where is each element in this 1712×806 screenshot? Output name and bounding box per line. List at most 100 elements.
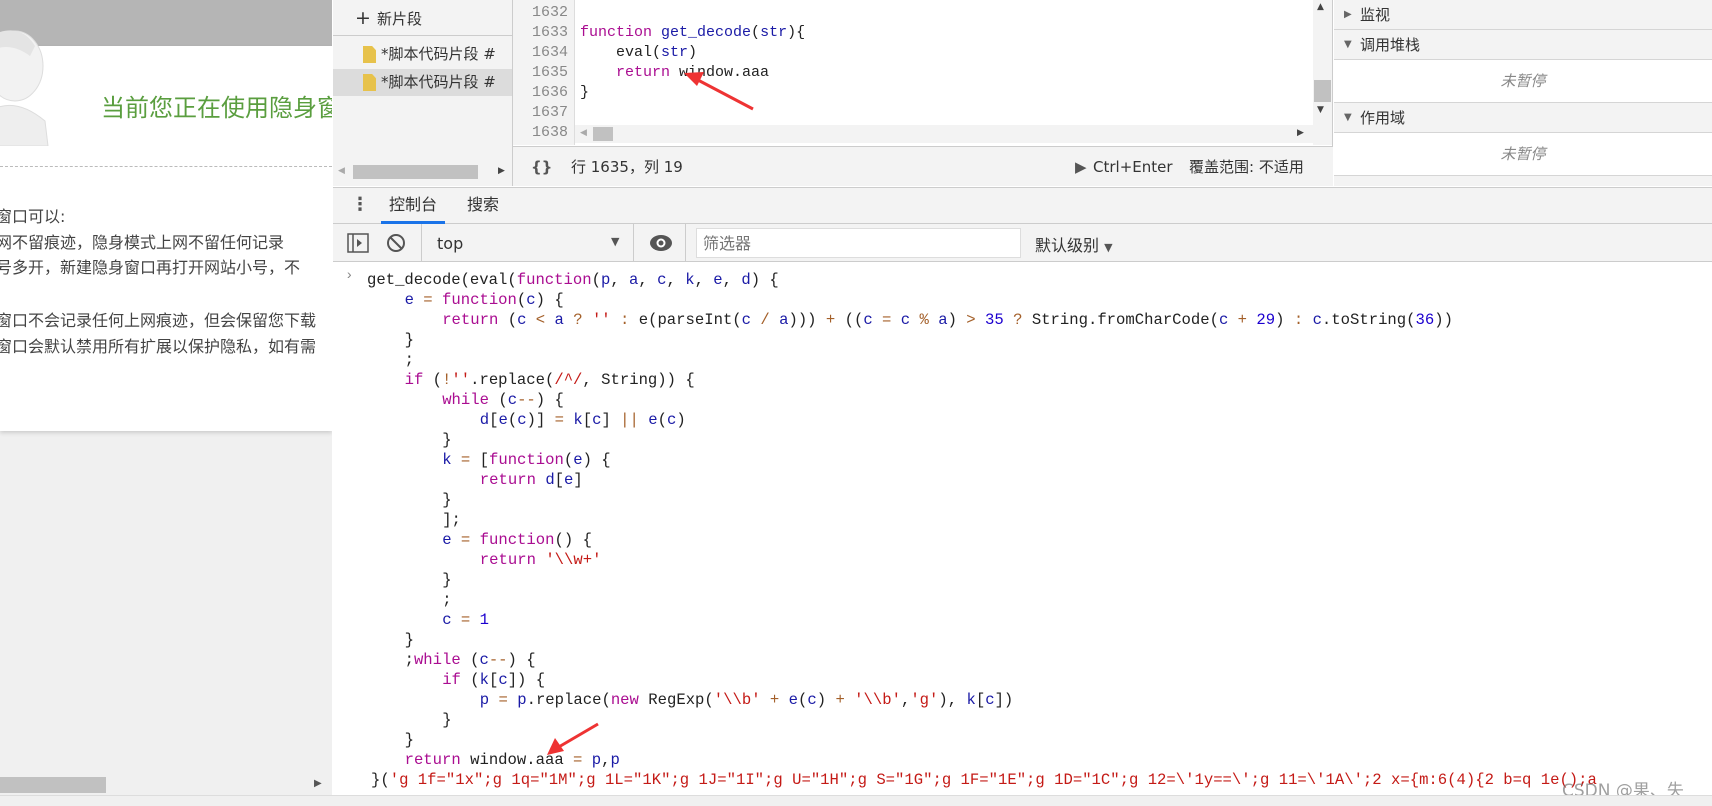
console-output[interactable]: › get_decode(eval(function(p, a, c, k, e…: [333, 262, 1712, 795]
console-code-line: get_decode(eval(function(p, a, c, k, e, …: [367, 270, 779, 290]
code-token: [: [975, 691, 986, 709]
operator-token: =: [413, 291, 443, 309]
string-token: '': [591, 311, 611, 329]
snippets-horizontal-scrollbar[interactable]: ◀ ▶: [333, 164, 512, 180]
code-editor[interactable]: 1632 1633 function get_decode(str){1634 ev…: [513, 0, 1333, 186]
variable-token: c: [900, 311, 911, 329]
tab-search[interactable]: 搜索: [459, 188, 507, 224]
code-token: }: [404, 731, 414, 749]
code-token: ,: [900, 691, 911, 709]
live-expression-eye-icon[interactable]: [649, 233, 673, 253]
expand-triangle-icon: ▶: [1344, 9, 1352, 20]
number-token: 29: [1256, 311, 1276, 329]
new-snippet-button[interactable]: + 新片段: [333, 0, 512, 36]
scroll-right-arrow-icon[interactable]: ▶: [498, 166, 505, 176]
clear-console-icon[interactable]: [386, 233, 406, 253]
operator-token: :: [610, 311, 639, 329]
log-level-dropdown[interactable]: 默认级别 ▼: [1035, 232, 1113, 256]
variable-token: c: [526, 291, 536, 309]
code-token: ) {: [507, 651, 536, 669]
keyword-token: function: [580, 24, 653, 41]
code-token: ,: [694, 271, 714, 289]
console-code-line: ;: [442, 590, 451, 610]
code-token: [: [479, 451, 489, 469]
page-horizontal-scrollbar[interactable]: ▶: [0, 777, 332, 793]
editor-horizontal-scrollbar[interactable]: ◀ ▶: [575, 125, 1313, 143]
editor-lines[interactable]: 1632 1633 function get_decode(str){1634 ev…: [513, 3, 1313, 141]
editor-vertical-scrollbar[interactable]: ▲ ▼: [1313, 0, 1332, 145]
scroll-down-arrow-icon[interactable]: ▼: [1317, 105, 1324, 115]
editor-status-bar: {} 行 1635，列 19 ▶ Ctrl+Enter 覆盖范围: 不适用: [513, 146, 1333, 186]
code-token: (: [507, 411, 518, 429]
scrollbar-thumb[interactable]: [593, 127, 613, 141]
scroll-left-arrow-icon[interactable]: ◀: [338, 166, 345, 176]
variable-token: a: [554, 311, 564, 329]
line-number: 1638: [531, 124, 568, 141]
code-token: ]) {: [507, 671, 546, 689]
bottom-strip: [0, 795, 1712, 806]
operator-token: =: [451, 451, 480, 469]
console-code-line: p = p.replace(new RegExp('\\b' + e(c) + …: [480, 690, 1013, 710]
page-text-line: 窗口不会记录任何上网痕迹，但会保留您下载: [0, 311, 317, 330]
snippet-file-icon: [363, 74, 376, 91]
show-sidebar-icon[interactable]: [347, 233, 369, 253]
context-selector[interactable]: top ▼: [425, 228, 625, 258]
console-code-line: while (c--) {: [442, 390, 564, 410]
console-code-line: }: [442, 710, 451, 730]
collapse-triangle-icon: ▼: [1344, 39, 1352, 50]
scrollbar-thumb[interactable]: [353, 165, 478, 179]
scroll-up-arrow-icon[interactable]: ▲: [1317, 2, 1324, 12]
console-code-line: return (c < a ? '' : e(parseInt(c / a)))…: [442, 310, 1453, 330]
keyword-token: function: [479, 531, 555, 549]
code-token: ,: [638, 271, 658, 289]
operator-token: +: [1228, 311, 1257, 329]
section-watch[interactable]: ▶ 监视: [1334, 0, 1712, 30]
section-scope[interactable]: ▼ 作用域: [1334, 103, 1712, 133]
tab-console[interactable]: 控制台: [381, 188, 446, 224]
scroll-left-arrow-icon[interactable]: ◀: [580, 128, 587, 138]
code-token: ((: [844, 311, 864, 329]
snippet-item[interactable]: *脚本代码片段 #: [333, 41, 512, 68]
console-filter-input[interactable]: [696, 228, 1021, 258]
code-token: ,: [666, 271, 686, 289]
code-line[interactable]: function get_decode(str){: [580, 23, 805, 43]
code-token: ) {: [750, 271, 779, 289]
page-text-line: 窗口可以:: [0, 207, 66, 226]
scroll-right-arrow-icon[interactable]: ▶: [1297, 128, 1304, 138]
scrollbar-thumb[interactable]: [0, 777, 106, 793]
code-line[interactable]: eval(str): [580, 43, 697, 63]
scroll-right-arrow-icon[interactable]: ▶: [314, 778, 322, 789]
pretty-print-icon[interactable]: {}: [531, 147, 552, 187]
code-token: (: [751, 24, 761, 41]
line-number: 1636: [531, 84, 568, 101]
variable-token: str: [661, 44, 689, 61]
console-code-line: }: [442, 570, 451, 590]
snippet-item-selected[interactable]: *脚本代码片段 #: [333, 69, 512, 96]
snippets-panel: + 新片段 *脚本代码片段 # *脚本代码片段 # ◀ ▶: [333, 0, 513, 186]
code-line[interactable]: return window.aaa: [580, 63, 769, 83]
code-line[interactable]: }: [580, 83, 589, 103]
more-options-icon[interactable]: ⋮: [351, 194, 369, 215]
snippet-label: *脚本代码片段 #: [381, 45, 496, 63]
run-shortcut-label[interactable]: Ctrl+Enter: [1093, 147, 1173, 187]
number-token: 1: [479, 611, 489, 629]
scrollbar-thumb[interactable]: [1314, 80, 1331, 102]
variable-token: e: [573, 451, 583, 469]
section-call-stack[interactable]: ▼ 调用堆栈: [1334, 30, 1712, 60]
run-snippet-icon[interactable]: ▶: [1075, 147, 1087, 187]
keyword-token: return: [616, 64, 671, 81]
number-token: 35: [985, 311, 1004, 329]
operator-token: <: [526, 311, 555, 329]
code-token: RegExp(: [638, 691, 714, 709]
line-number: 1635: [531, 64, 568, 81]
avatar-silhouette-icon: [0, 30, 49, 146]
code-token: }: [404, 331, 414, 349]
prompt-chevron-icon: ›: [345, 268, 354, 284]
keyword-token: function: [488, 451, 564, 469]
code-token: (: [798, 691, 808, 709]
code-token: String.fromCharCode(: [1031, 311, 1219, 329]
code-token: (: [488, 391, 508, 409]
line-number: 1634: [531, 44, 568, 61]
console-code-line: ;while (c--) {: [405, 650, 536, 670]
